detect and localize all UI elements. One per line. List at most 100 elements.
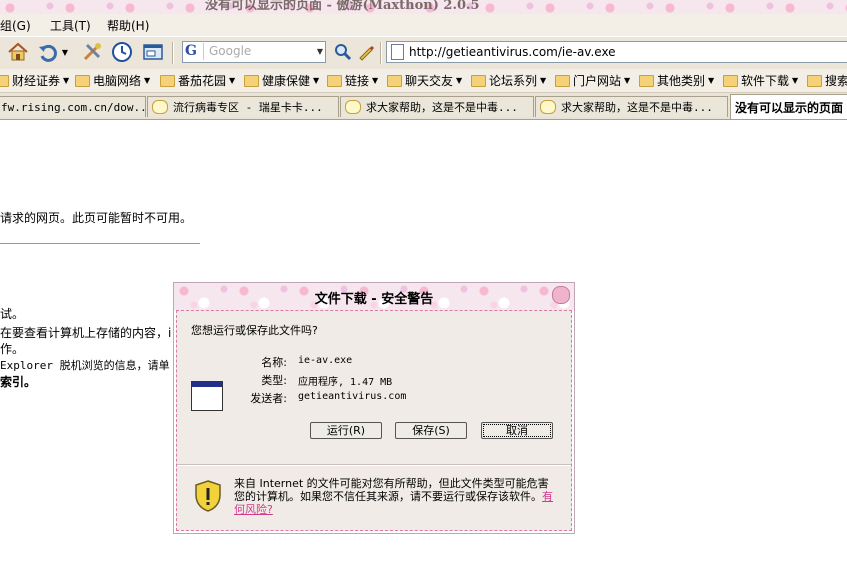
- page-text: 索引。: [0, 375, 37, 389]
- tools-icon[interactable]: [80, 40, 104, 64]
- app-icon: [191, 381, 223, 411]
- favorite-folder[interactable]: 其他类别 ▼: [639, 72, 714, 89]
- page-text: 作。: [0, 342, 25, 356]
- toolbar-separator: [380, 42, 382, 64]
- address-bar[interactable]: http://getieantivirus.com/ie-av.exe: [386, 41, 847, 63]
- favorite-label: 链接: [345, 74, 370, 88]
- warning-message: 来自 Internet 的文件可能对您有所帮助，但此文件类型可能危害您的计算机。…: [234, 477, 549, 503]
- folder-icon: [555, 74, 570, 87]
- favorite-label: 其他类别: [657, 74, 706, 88]
- folder-icon: [244, 74, 259, 87]
- favorite-label: 聊天交友: [405, 74, 454, 88]
- page-text: Explorer 脱机浏览的信息，请单: [0, 359, 170, 372]
- window-icon[interactable]: [141, 40, 165, 64]
- tab-label: 流行病毒专区 - 瑞星卡卡...: [173, 101, 323, 114]
- close-icon[interactable]: [552, 286, 570, 304]
- favorite-label: 电脑网络: [93, 74, 142, 88]
- toolbar-separator: [172, 42, 174, 64]
- favorites-bar: 财经证券 ▼ 电脑网络 ▼ 番茄花园 ▼ 健康保健 ▼ 链接 ▼ 聊天交友 ▼ 论坛系列 ▼ …: [0, 69, 847, 93]
- tab-label: 求大家帮助，这是不是中毒...: [366, 101, 518, 114]
- home-icon[interactable]: [6, 40, 30, 64]
- favorite-folder[interactable]: 聊天交友 ▼: [387, 72, 462, 89]
- folder-icon: [471, 74, 486, 87]
- page-text: 在要查看计算机上存储的内容，i: [0, 326, 172, 340]
- chevron-down-icon: ▼: [372, 76, 379, 85]
- dialog-title: 文件下载 - 安全警告: [314, 292, 434, 307]
- from-label: 发送者:: [250, 392, 287, 405]
- security-warning-text: 来自 Internet 的文件可能对您有所帮助，但此文件类型可能危害您的计算机。…: [234, 477, 556, 516]
- favorite-folder[interactable]: 电脑网络 ▼: [75, 72, 150, 89]
- favorite-label: 财经证券: [12, 74, 61, 88]
- folder-icon: [639, 74, 654, 87]
- type-value: 应用程序, 1.47 MB: [298, 377, 393, 388]
- search-placeholder: Google: [209, 44, 252, 58]
- window-title: 没有可以显示的页面 - 傲游(Maxthon) 2.0.5: [205, 0, 480, 13]
- dialog-divider: [177, 464, 571, 466]
- tab[interactable]: fw.rising.com.cn/dow...: [0, 96, 146, 117]
- title-bar: 没有可以显示的页面 - 傲游(Maxthon) 2.0.5: [0, 0, 847, 14]
- dialog-title-bar[interactable]: 文件下载 - 安全警告: [174, 283, 574, 310]
- history-icon[interactable]: [110, 40, 134, 64]
- favorite-folder[interactable]: 财经证券 ▼: [0, 72, 69, 89]
- favorite-label: 门户网站: [573, 74, 622, 88]
- favorite-label: 搜索: [825, 74, 847, 88]
- divider: [0, 243, 200, 244]
- shield-warning-icon: [193, 479, 223, 516]
- tab-page-icon: [345, 100, 361, 114]
- favorite-folder[interactable]: 门户网站 ▼: [555, 72, 630, 89]
- tab-label: fw.rising.com.cn/dow...: [1, 100, 146, 114]
- folder-icon: [723, 74, 738, 87]
- chevron-down-icon: ▼: [144, 76, 151, 85]
- chevron-down-icon: ▼: [63, 76, 70, 85]
- tab-bar: fw.rising.com.cn/dow... 流行病毒专区 - 瑞星卡卡...…: [0, 93, 847, 120]
- tab[interactable]: 求大家帮助，这是不是中毒...: [535, 96, 728, 117]
- chevron-down-icon: ▼: [624, 76, 631, 85]
- chevron-down-icon: ▼: [229, 76, 236, 85]
- search-dropdown-icon[interactable]: ▼: [317, 47, 323, 56]
- address-url[interactable]: http://getieantivirus.com/ie-av.exe: [409, 45, 616, 59]
- cancel-button[interactable]: 取消: [481, 422, 553, 439]
- folder-icon: [807, 74, 822, 87]
- favorite-folder[interactable]: 链接 ▼: [327, 72, 378, 89]
- favorite-label: 健康保健: [262, 74, 311, 88]
- folder-icon: [160, 74, 175, 87]
- search-input[interactable]: G Google ▼: [182, 41, 326, 63]
- folder-icon: [387, 74, 402, 87]
- page-text: 试。: [0, 307, 25, 321]
- favorite-folder[interactable]: 论坛系列 ▼: [471, 72, 546, 89]
- chevron-down-icon: ▼: [708, 76, 715, 85]
- folder-icon: [327, 74, 342, 87]
- favorite-folder[interactable]: 健康保健 ▼: [244, 72, 319, 89]
- tab[interactable]: 流行病毒专区 - 瑞星卡卡...: [147, 96, 339, 117]
- run-button[interactable]: 运行(R): [310, 422, 382, 439]
- save-button[interactable]: 保存(S): [395, 422, 467, 439]
- menu-tools[interactable]: 工具(T): [50, 17, 91, 34]
- folder-icon: [75, 74, 90, 87]
- favorite-folder[interactable]: 搜索: [807, 72, 847, 89]
- highlight-icon[interactable]: [354, 40, 378, 64]
- search-go-icon[interactable]: [331, 40, 355, 64]
- favorite-label: 软件下载: [741, 74, 790, 88]
- undo-dropdown-icon[interactable]: ▼: [60, 40, 70, 64]
- favorite-folder[interactable]: 软件下载 ▼: [723, 72, 798, 89]
- tab-page-icon: [152, 100, 168, 114]
- tab-label: 求大家帮助，这是不是中毒...: [561, 101, 713, 114]
- toolbar: ▼ G Google ▼ http://getieantivirus.com/i…: [0, 36, 847, 70]
- menu-help[interactable]: 帮助(H): [107, 17, 149, 34]
- menu-group[interactable]: 组(G): [0, 17, 31, 34]
- chevron-down-icon: ▼: [456, 76, 463, 85]
- favorite-label: 论坛系列: [489, 74, 538, 88]
- tab-active[interactable]: 没有可以显示的页面: [730, 94, 847, 119]
- tab[interactable]: 求大家帮助，这是不是中毒...: [340, 96, 534, 117]
- undo-icon[interactable]: [36, 40, 60, 64]
- menu-bar: 组(G) 工具(T) 帮助(H): [0, 14, 847, 36]
- chevron-down-icon: ▼: [313, 76, 320, 85]
- page-icon: [391, 44, 404, 60]
- name-label: 名称:: [261, 356, 287, 369]
- file-download-dialog: 文件下载 - 安全警告 您想运行或保存此文件吗? 名称: ie-av.exe 类…: [173, 282, 575, 534]
- page-message: 请求的网页。此页可能暂时不可用。: [0, 211, 193, 225]
- favorite-folder[interactable]: 番茄花园 ▼: [160, 72, 235, 89]
- dialog-question: 您想运行或保存此文件吗?: [191, 324, 318, 337]
- tab-label: 没有可以显示的页面: [735, 100, 844, 115]
- tab-page-icon: [540, 100, 556, 114]
